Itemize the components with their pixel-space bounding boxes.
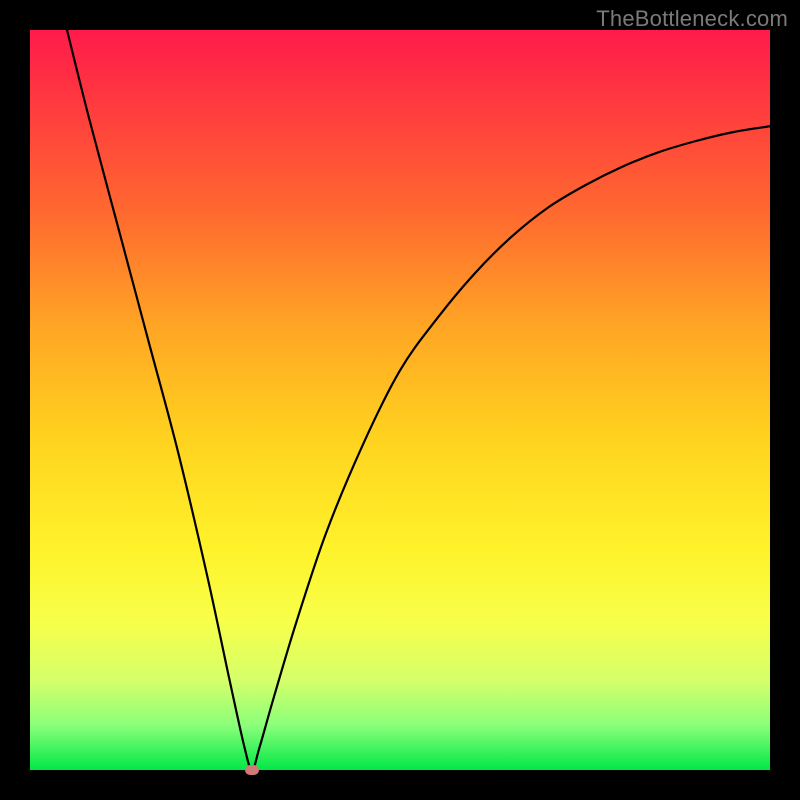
curve-layer <box>30 30 770 770</box>
minimum-marker <box>245 765 259 775</box>
watermark-text: TheBottleneck.com <box>596 6 788 32</box>
bottleneck-curve <box>67 30 770 770</box>
chart-plot-area <box>30 30 770 770</box>
